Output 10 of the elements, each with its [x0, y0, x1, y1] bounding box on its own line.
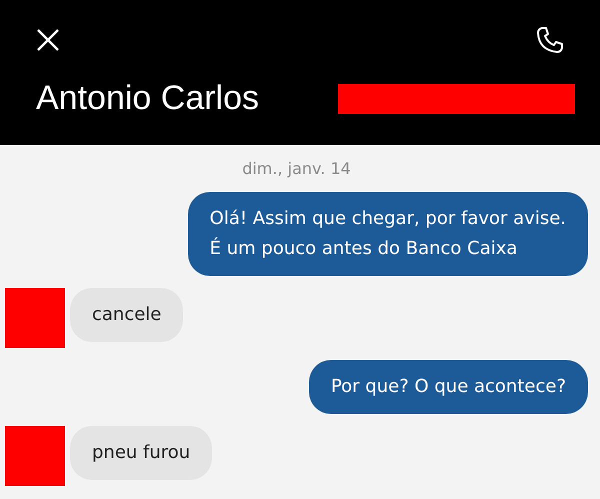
avatar	[5, 288, 65, 348]
message-bubble: Olá! Assim que chegar, por favor avise. É um pouco antes do Banco Caixa	[188, 192, 588, 276]
contact-name: Antonio Carlos	[36, 79, 260, 118]
date-divider: dim., janv. 14	[242, 159, 351, 178]
avatar	[5, 426, 65, 486]
close-icon[interactable]	[36, 28, 60, 52]
phone-icon[interactable]	[535, 25, 565, 55]
message-bubble: pneu furou	[70, 426, 212, 480]
message-bubble: Por que? O que acontece?	[308, 360, 588, 414]
message-bubble: cancele	[70, 288, 184, 342]
